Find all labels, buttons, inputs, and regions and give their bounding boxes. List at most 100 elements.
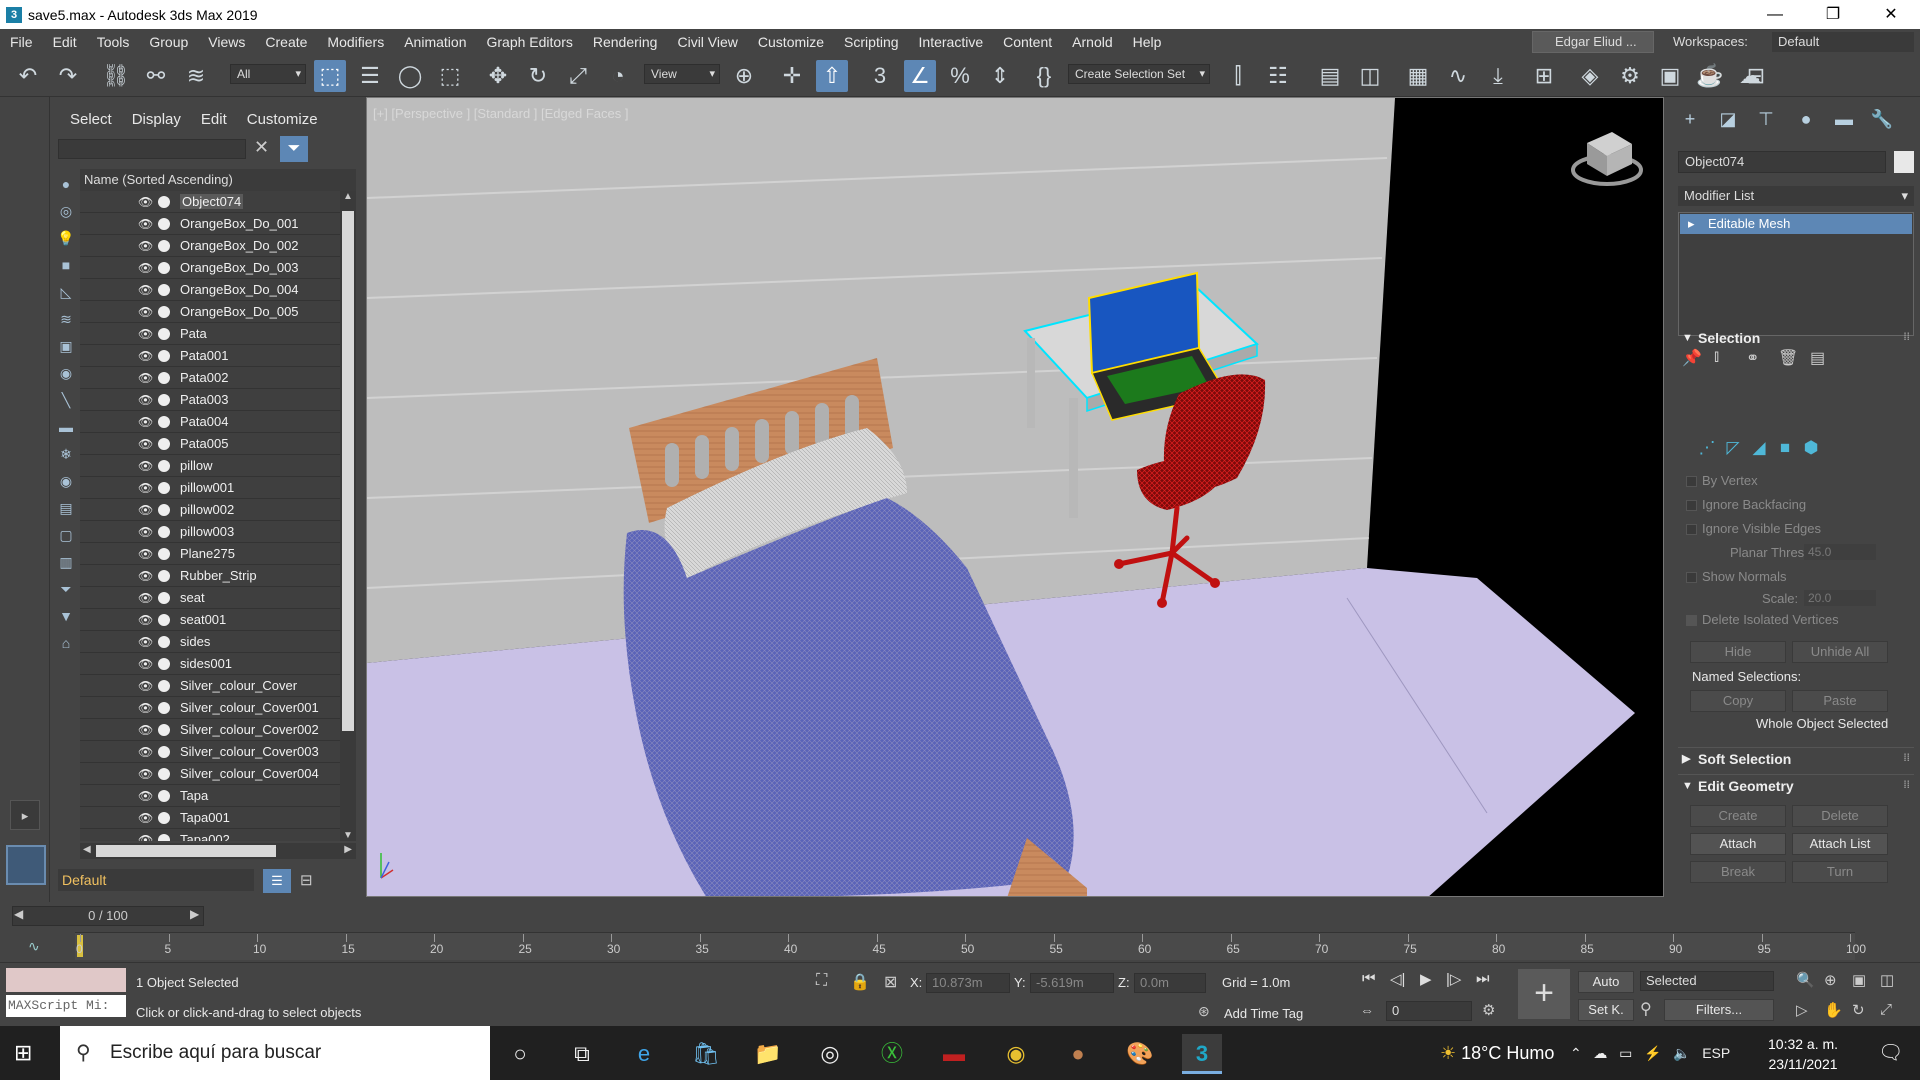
- visibility-eye-icon[interactable]: 👁: [138, 305, 153, 319]
- object-row[interactable]: 👁 Silver_colour_Cover001: [80, 697, 340, 719]
- time-configuration-icon[interactable]: ⚙: [1482, 1001, 1495, 1019]
- viewport-label[interactable]: [+] [Perspective ] [Standard ] [Edged Fa…: [373, 106, 628, 121]
- 3dsmax-taskbar-icon[interactable]: 3: [1182, 1034, 1222, 1074]
- menu-rendering[interactable]: Rendering: [583, 29, 668, 55]
- minimize-button[interactable]: —: [1746, 0, 1804, 29]
- zoom-extents-icon[interactable]: ▣: [1852, 971, 1866, 989]
- object-row[interactable]: 👁 OrangeBox_Do_004: [80, 279, 340, 301]
- menu-file[interactable]: File: [0, 29, 43, 55]
- selection-region-icon[interactable]: ◯: [394, 60, 426, 92]
- visibility-eye-icon[interactable]: 👁: [138, 547, 153, 561]
- object-row[interactable]: 👁 pillow002: [80, 499, 340, 521]
- filter-icon[interactable]: ⏷: [280, 136, 308, 162]
- prev-frame-icon[interactable]: ◀: [14, 907, 23, 921]
- create-tab-icon[interactable]: +: [1676, 109, 1704, 133]
- angle-snap-icon[interactable]: ∠: [904, 60, 936, 92]
- vertical-scroll-thumb[interactable]: [342, 211, 354, 731]
- select-manipulate-icon[interactable]: ✛: [776, 60, 808, 92]
- paint-app-icon[interactable]: 🎨: [1120, 1034, 1160, 1074]
- taskbar-clock[interactable]: 10:32 a. m. 23/11/2021: [1768, 1034, 1838, 1074]
- visibility-eye-icon[interactable]: 👁: [138, 239, 153, 253]
- visibility-eye-icon[interactable]: 👁: [138, 393, 153, 407]
- visibility-eye-icon[interactable]: 👁: [138, 481, 153, 495]
- selection-rollout-header[interactable]: ▼ Selection ⁞⁞: [1678, 327, 1914, 349]
- scroll-down-icon[interactable]: ▼: [343, 830, 353, 841]
- scroll-left-icon[interactable]: ◀: [83, 844, 91, 855]
- explorer-search-input[interactable]: [58, 139, 246, 159]
- set-key-button[interactable]: Set K.: [1578, 999, 1634, 1021]
- unhide-all-button[interactable]: Unhide All: [1792, 641, 1888, 663]
- attach-list-button[interactable]: Attach List: [1792, 833, 1888, 855]
- visibility-eye-icon[interactable]: 👁: [138, 811, 153, 825]
- maximize-viewport-icon[interactable]: ⤢: [1880, 1001, 1892, 1018]
- visibility-eye-icon[interactable]: 👁: [138, 767, 153, 781]
- object-row[interactable]: 👁 seat: [80, 587, 340, 609]
- media-player-icon[interactable]: ◎: [810, 1034, 850, 1074]
- edit-named-selection-icon[interactable]: {}: [1028, 60, 1060, 92]
- snaps-toggle-icon[interactable]: 3: [864, 60, 896, 92]
- next-key-icon[interactable]: |▷: [1446, 970, 1461, 988]
- display-lights-icon[interactable]: 💡: [55, 227, 77, 249]
- delete-isolated-vertices-checkbox[interactable]: [1686, 615, 1697, 626]
- menu-views[interactable]: Views: [198, 29, 255, 55]
- task-view-icon[interactable]: ⧉: [562, 1034, 602, 1074]
- bind-space-warp-icon[interactable]: ≋: [180, 60, 212, 92]
- object-row[interactable]: 👁 pillow003: [80, 521, 340, 543]
- menu-help[interactable]: Help: [1123, 29, 1172, 55]
- visibility-eye-icon[interactable]: 👁: [138, 789, 153, 803]
- visibility-eye-icon[interactable]: 👁: [138, 327, 153, 341]
- visibility-eye-icon[interactable]: 👁: [138, 437, 153, 451]
- display-all-icon[interactable]: ▤: [55, 497, 77, 519]
- copy-button[interactable]: Copy: [1690, 690, 1786, 712]
- clear-search-icon[interactable]: ✕: [254, 137, 269, 158]
- go-to-start-icon[interactable]: ⏮: [1362, 970, 1376, 987]
- weather-widget[interactable]: ☀ 18°C Humo: [1440, 1026, 1554, 1080]
- visibility-eye-icon[interactable]: 👁: [138, 745, 153, 759]
- hide-button[interactable]: Hide: [1690, 641, 1786, 663]
- visibility-eye-icon[interactable]: 👁: [138, 635, 153, 649]
- next-frame-icon[interactable]: ▶: [190, 907, 199, 921]
- visibility-eye-icon[interactable]: 👁: [138, 701, 153, 715]
- display-containers-icon[interactable]: ▬: [55, 416, 77, 438]
- visibility-eye-icon[interactable]: 👁: [138, 503, 153, 517]
- menu-interactive[interactable]: Interactive: [909, 29, 994, 55]
- utilities-tab-icon[interactable]: 🔧: [1868, 109, 1896, 133]
- by-vertex-checkbox[interactable]: [1686, 476, 1697, 487]
- configure-modifier-sets-icon[interactable]: ▤: [1810, 348, 1842, 368]
- object-row[interactable]: 👁 Rubber_Strip: [80, 565, 340, 587]
- windows-start-icon[interactable]: ⊞: [14, 1040, 32, 1066]
- tray-network-icon[interactable]: ▭: [1619, 1045, 1632, 1061]
- show-normals-checkbox[interactable]: [1686, 572, 1697, 583]
- select-children-icon[interactable]: ⏷: [55, 578, 77, 600]
- explorer-tab-customize[interactable]: Customize: [247, 111, 318, 128]
- display-frozen-icon[interactable]: ❄: [55, 443, 77, 465]
- stack-item-editable-mesh[interactable]: Editable Mesh: [1680, 214, 1912, 234]
- display-bones-icon[interactable]: ╲: [55, 389, 77, 411]
- visibility-eye-icon[interactable]: 👁: [138, 525, 153, 539]
- tray-language[interactable]: ESP: [1702, 1045, 1730, 1061]
- object-name-field[interactable]: Object074: [1678, 151, 1886, 173]
- object-row[interactable]: 👁 Pata004: [80, 411, 340, 433]
- game-app-icon[interactable]: ▬: [934, 1034, 974, 1074]
- object-row[interactable]: 👁 Pata002: [80, 367, 340, 389]
- object-row[interactable]: 👁 Pata001: [80, 345, 340, 367]
- edit-geometry-rollout-header[interactable]: ▼ Edit Geometry ⁞⁞: [1678, 774, 1914, 796]
- object-row[interactable]: 👁 Object074: [80, 191, 340, 213]
- object-row[interactable]: 👁 Tapa001: [80, 807, 340, 829]
- menu-scripting[interactable]: Scripting: [834, 29, 908, 55]
- scene-explorer-toggle-icon[interactable]: ▤: [1314, 60, 1346, 92]
- display-hidden-icon[interactable]: ◉: [55, 470, 77, 492]
- scroll-up-icon[interactable]: ▲: [343, 191, 353, 202]
- dope-sheet-icon[interactable]: ⤓: [1482, 60, 1514, 92]
- edge-mode-icon[interactable]: ◸: [1722, 438, 1744, 460]
- tray-volume-icon[interactable]: 🔈: [1673, 1045, 1690, 1061]
- hierarchy-tab-icon[interactable]: ⊤: [1752, 109, 1780, 133]
- object-row[interactable]: 👁 Plane275: [80, 543, 340, 565]
- visibility-eye-icon[interactable]: 👁: [138, 371, 153, 385]
- maxscript-mini-listener[interactable]: MAXScript Mi:: [6, 995, 126, 1017]
- zoom-extents-all-icon[interactable]: ◫: [1880, 971, 1894, 989]
- render-production-icon[interactable]: ☕: [1694, 60, 1726, 92]
- material-editor-icon[interactable]: ◈: [1574, 60, 1606, 92]
- absolute-mode-icon[interactable]: ⊠: [884, 972, 897, 992]
- display-tab-icon[interactable]: ▬: [1830, 109, 1858, 133]
